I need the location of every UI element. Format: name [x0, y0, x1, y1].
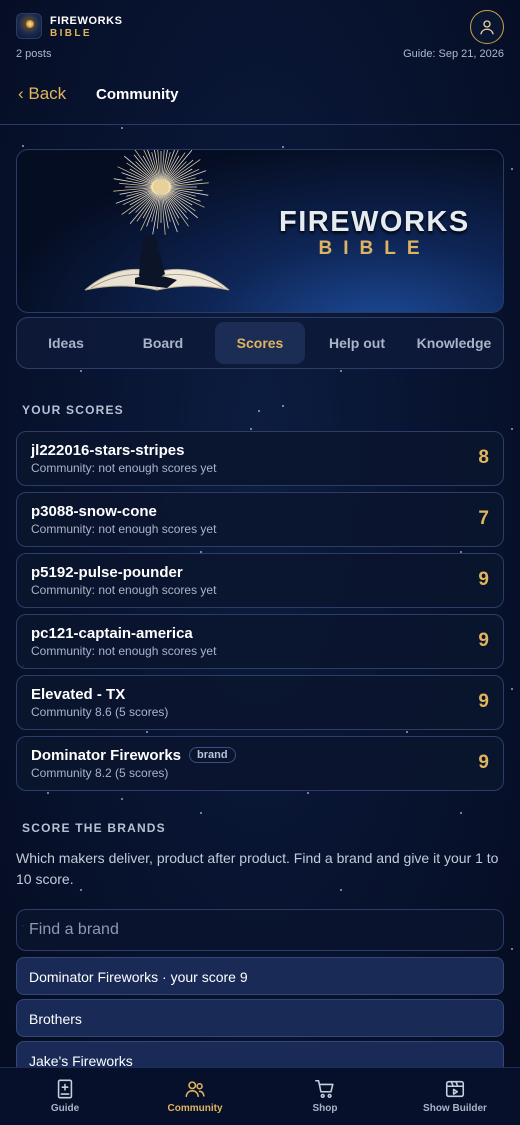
tab-knowledge[interactable]: Knowledge: [409, 322, 499, 364]
score-row[interactable]: jl222016-stars-stripes Community: not en…: [16, 431, 504, 486]
app-logo-icon: [16, 13, 42, 39]
banner-title: FIREWORKS: [279, 206, 470, 238]
score-item-name: Elevated - TX: [31, 686, 126, 703]
nav-row: ‹ Back Community: [0, 64, 520, 125]
page-title: Community: [96, 86, 179, 103]
score-item-community: Community: not enough scores yet: [31, 461, 217, 475]
score-item-value: 9: [478, 752, 489, 773]
nav-guide[interactable]: Guide: [0, 1078, 130, 1114]
score-item-name: Dominator Fireworks: [31, 747, 182, 764]
score-row[interactable]: Elevated - TX Community 8.6 (5 scores) 9: [16, 675, 504, 730]
brand-result-item[interactable]: Dominator Fireworks · your score 9: [16, 957, 504, 995]
nav-show-builder[interactable]: Show Builder: [390, 1078, 520, 1114]
nav-show-builder-label: Show Builder: [423, 1103, 487, 1114]
score-item-name: p3088-snow-cone: [31, 503, 157, 520]
score-item-value: 8: [478, 447, 489, 468]
score-item-name: pc121-captain-america: [31, 625, 193, 642]
book-icon: [57, 1079, 73, 1099]
your-scores-heading: YOUR SCORES: [22, 403, 124, 417]
nav-shop-label: Shop: [312, 1103, 338, 1114]
community-banner: FIREWORKS BIBLE: [16, 149, 504, 313]
top-bar: FIREWORKS BIBLE 2 posts Guide: Sep 21, 2…: [0, 0, 520, 64]
score-item-value: 9: [478, 630, 489, 651]
app-name-bottom: BIBLE: [50, 28, 92, 39]
tab-help-out[interactable]: Help out: [312, 322, 402, 364]
back-button[interactable]: ‹ Back: [18, 84, 66, 104]
profile-button[interactable]: [470, 10, 504, 44]
score-row[interactable]: Dominator Fireworks brand Community 8.2 (…: [16, 736, 504, 791]
cart-icon: [315, 1079, 334, 1099]
community-tabs: Ideas Board Scores Help out Knowledge: [16, 317, 504, 369]
banner-subtitle: BIBLE: [318, 238, 431, 259]
posts-count: 2 posts: [16, 48, 52, 60]
bottom-navigation: Guide Community Shop Show Builder: [0, 1067, 520, 1125]
app-name-top: FIREWORKS: [50, 15, 123, 27]
score-row[interactable]: p5192-pulse-pounder Community: not enoug…: [16, 553, 504, 608]
score-row[interactable]: p3088-snow-cone Community: not enough sc…: [16, 492, 504, 547]
nav-shop[interactable]: Shop: [260, 1078, 390, 1114]
brand-search-input[interactable]: [16, 909, 504, 951]
score-item-community: Community: not enough scores yet: [31, 522, 217, 536]
score-item-value: 7: [478, 508, 489, 529]
score-item-community: Community: not enough scores yet: [31, 644, 217, 658]
score-brands-heading: SCORE THE BRANDS: [22, 821, 166, 835]
tab-scores[interactable]: Scores: [215, 322, 305, 364]
people-icon: [185, 1081, 205, 1098]
score-brands-description: Which makers deliver, product after prod…: [16, 850, 499, 887]
score-item-name: p5192-pulse-pounder: [31, 564, 183, 581]
nav-guide-label: Guide: [50, 1103, 80, 1114]
nav-community[interactable]: Community: [130, 1078, 260, 1114]
guide-date: Guide: Sep 21, 2026: [403, 48, 504, 60]
brand-result-item[interactable]: Brothers: [16, 999, 504, 1037]
score-item-value: 9: [478, 569, 489, 590]
clapper-icon: [445, 1080, 465, 1098]
user-icon: [480, 20, 494, 35]
brand-badge: brand: [189, 747, 236, 763]
nav-community-label: Community: [167, 1103, 223, 1114]
tab-board[interactable]: Board: [118, 322, 208, 364]
score-item-value: 9: [478, 691, 489, 712]
score-item-community: Community: not enough scores yet: [31, 583, 217, 597]
score-row[interactable]: pc121-captain-america Community: not eno…: [16, 614, 504, 669]
score-item-community: Community 8.2 (5 scores): [31, 766, 169, 780]
score-item-name-row: Dominator Fireworks brand: [31, 747, 236, 764]
tab-ideas[interactable]: Ideas: [21, 322, 111, 364]
score-item-community: Community 8.6 (5 scores): [31, 705, 169, 719]
score-item-name: jl222016-stars-stripes: [31, 442, 185, 459]
